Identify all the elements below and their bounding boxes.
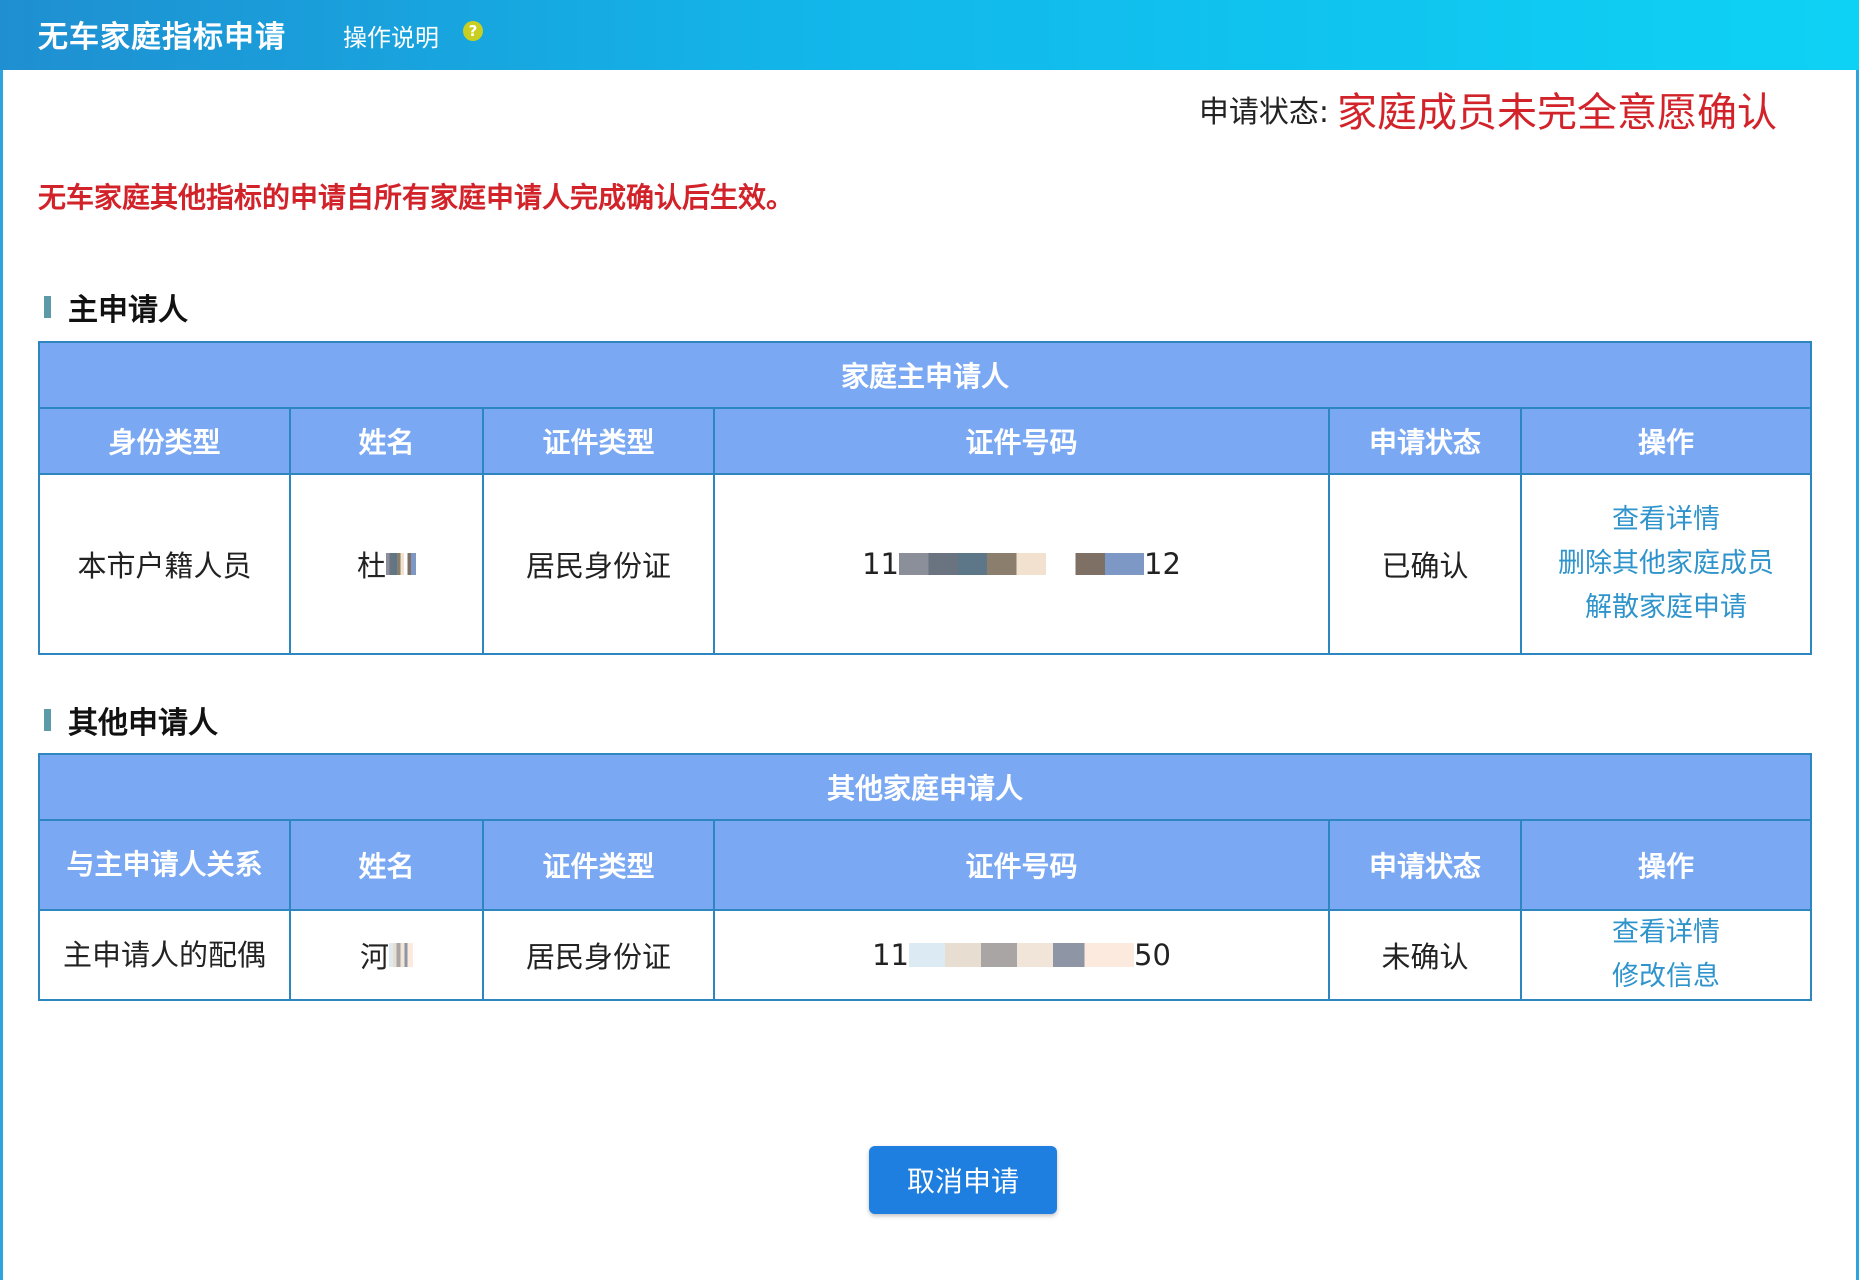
redaction-mask [386, 553, 416, 575]
table-caption: 其他家庭申请人 [37, 753, 1813, 821]
name-visible-part: 杜 [356, 549, 386, 583]
relation-cell: 主申请人的配偶 [38, 909, 291, 1001]
status-cell: 已确认 [1328, 473, 1522, 655]
app-title: 无车家庭指标申请 [38, 20, 286, 55]
other-applicant-table: 其他家庭申请人 与主申请人关系 姓名 证件类型 证件号码 申请状态 操作 主申请… [37, 753, 1813, 1001]
column-header: 姓名 [289, 819, 484, 911]
question-circle-icon[interactable]: ? [463, 21, 483, 41]
column-header: 身份类型 [38, 407, 291, 475]
id-type-cell: 居民身份证 [482, 909, 715, 1001]
status-value: 家庭成员未完全意愿确认 [1337, 90, 1777, 136]
view-details-link[interactable]: 查看详情 [1522, 498, 1810, 542]
table-row: 本市户籍人员 杜 居民身份证 11 12 已确认 查看详情 删除其他家庭成员 解… [38, 473, 1813, 655]
redaction-mask [389, 943, 413, 967]
column-header: 姓名 [289, 407, 484, 475]
status-cell: 未确认 [1328, 909, 1522, 1001]
main-applicant-heading: 主申请人 [44, 285, 188, 329]
name-cell: 杜 [289, 473, 484, 655]
view-details-link[interactable]: 查看详情 [1522, 911, 1810, 955]
main-applicant-table: 家庭主申请人 身份类型 姓名 证件类型 证件号码 申请状态 操作 本市户籍人员 … [37, 341, 1813, 655]
column-header: 申请状态 [1328, 407, 1522, 475]
column-header: 与主申请人关系 [38, 819, 291, 911]
section-marker [44, 296, 51, 318]
column-header: 操作 [1519, 819, 1813, 911]
id-suffix: 50 [1134, 938, 1171, 972]
title-bar: 无车家庭指标申请 操作说明 ? [0, 0, 1859, 70]
column-header: 证件类型 [482, 407, 715, 475]
main-applicant-heading-text: 主申请人 [68, 293, 188, 328]
column-header: 申请状态 [1328, 819, 1522, 911]
id-type-cell: 居民身份证 [482, 473, 715, 655]
status-label: 申请状态: [1198, 95, 1329, 130]
id-prefix: 11 [872, 938, 909, 972]
delete-members-link[interactable]: 删除其他家庭成员 [1522, 542, 1810, 586]
name-visible-part: 河 [359, 940, 389, 974]
cancel-application-button[interactable]: 取消申请 [869, 1146, 1057, 1214]
column-header: 证件类型 [482, 819, 715, 911]
actions-cell: 查看详情 删除其他家庭成员 解散家庭申请 [1519, 473, 1813, 655]
id-prefix: 11 [862, 547, 899, 581]
application-status: 申请状态: 家庭成员未完全意愿确认 [1199, 80, 1777, 138]
id-number-cell: 11 12 [713, 473, 1330, 655]
column-header: 操作 [1519, 407, 1813, 475]
table-row: 主申请人的配偶 河 居民身份证 11 50 未确认 查看详情 修改信息 [38, 909, 1813, 1001]
id-number-cell: 11 50 [713, 909, 1330, 1001]
table-caption: 家庭主申请人 [37, 341, 1813, 409]
identity-type-cell: 本市户籍人员 [38, 473, 291, 655]
other-applicant-heading-text: 其他申请人 [68, 706, 218, 741]
id-suffix: 12 [1144, 547, 1181, 581]
redaction-mask [899, 553, 1144, 575]
notice-text: 无车家庭其他指标的申请自所有家庭申请人完成确认后生效。 [38, 181, 795, 214]
name-cell: 河 [289, 909, 484, 1001]
dissolve-application-link[interactable]: 解散家庭申请 [1522, 586, 1810, 630]
column-header: 证件号码 [713, 819, 1330, 911]
actions-cell: 查看详情 修改信息 [1519, 909, 1813, 1001]
section-marker [44, 709, 51, 731]
column-header: 证件号码 [713, 407, 1330, 475]
redaction-mask [909, 943, 1134, 967]
edit-info-link[interactable]: 修改信息 [1522, 955, 1810, 999]
other-applicant-heading: 其他申请人 [44, 698, 218, 742]
help-link[interactable]: 操作说明 [343, 18, 439, 53]
